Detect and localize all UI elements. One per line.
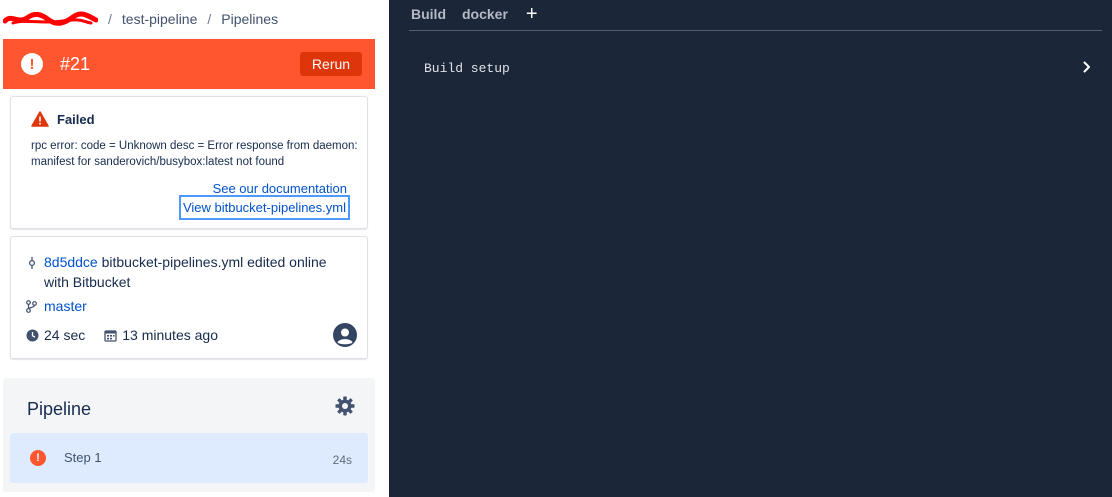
gear-icon[interactable] <box>335 396 355 416</box>
time-ago: 13 minutes ago <box>122 327 218 343</box>
log-panel: Build docker + Build setup <box>389 0 1112 497</box>
branch-link[interactable]: master <box>44 298 87 314</box>
avatar-icon[interactable] <box>333 323 357 347</box>
rerun-button[interactable]: Rerun <box>300 52 362 76</box>
tab-divider <box>409 30 1102 31</box>
breadcrumb-separator: / <box>207 11 212 27</box>
pipeline-section: Pipeline ! Step 1 24s <box>3 378 375 492</box>
run-status-bar: ! #21 Rerun <box>3 39 375 89</box>
pipeline-step[interactable]: ! Step 1 24s <box>10 433 368 483</box>
left-panel: / test-pipeline / Pipelines ! #21 Rerun … <box>0 0 389 497</box>
pipeline-title: Pipeline <box>27 399 92 419</box>
commit-card: 8d5ddce bitbucket-pipelines.yml edited o… <box>10 236 368 359</box>
log-section-label: Build setup <box>424 60 510 76</box>
redacted-workspace-link[interactable] <box>3 11 98 26</box>
commit-icon <box>28 257 36 269</box>
log-section-build-setup[interactable]: Build setup <box>409 52 1099 84</box>
clock-icon <box>26 329 39 341</box>
step-duration: 24s <box>332 453 352 467</box>
error-icon: ! <box>21 53 43 75</box>
error-message: rpc error: code = Unknown desc = Error r… <box>31 140 358 168</box>
breadcrumb-repo[interactable]: test-pipeline <box>122 11 198 27</box>
branch-info: master <box>26 298 87 314</box>
breadcrumb: / test-pipeline / Pipelines <box>3 9 278 29</box>
tab-docker[interactable]: docker <box>462 6 508 22</box>
log-tabs: Build docker + <box>411 4 538 24</box>
error-title: Failed <box>57 111 95 127</box>
duration: 24 sec <box>44 327 86 343</box>
documentation-link[interactable]: See our documentation <box>213 181 347 196</box>
run-meta: 24 sec 13 minutes ago <box>26 327 218 343</box>
error-header: Failed <box>31 111 95 127</box>
error-icon: ! <box>30 450 46 466</box>
branch-icon <box>26 299 37 313</box>
run-number: #21 <box>60 53 91 74</box>
warning-icon <box>31 111 49 127</box>
calendar-icon <box>104 329 117 342</box>
breadcrumb-separator: / <box>108 11 112 27</box>
error-card: Failed rpc error: code = Unknown desc = … <box>10 96 368 229</box>
breadcrumb-pipelines[interactable]: Pipelines <box>221 11 278 27</box>
tab-build[interactable]: Build <box>411 6 446 22</box>
view-yml-link[interactable]: View bitbucket-pipelines.yml <box>178 195 350 220</box>
chevron-right-icon <box>1083 61 1090 73</box>
step-name: Step 1 <box>64 450 102 465</box>
commit-info: 8d5ddce bitbucket-pipelines.yml edited o… <box>26 252 346 292</box>
commit-hash-link[interactable]: 8d5ddce <box>44 254 98 270</box>
add-tab-button[interactable]: + <box>526 4 538 24</box>
